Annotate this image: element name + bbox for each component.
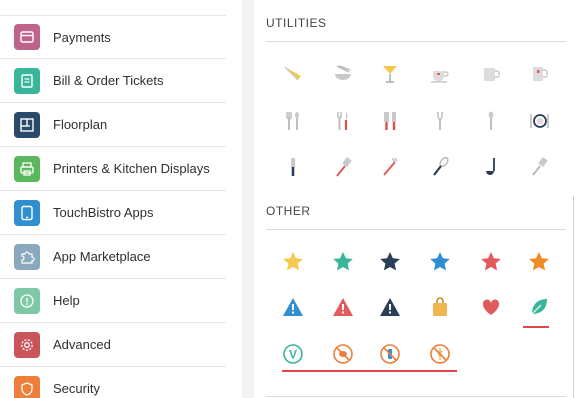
sidebar-item-payments[interactable]: Payments: [0, 15, 226, 59]
sidebar-item-security[interactable]: Security: [0, 367, 226, 398]
tablet-icon: [14, 199, 40, 226]
panel-divider: [242, 0, 254, 398]
sidebar-item-label: Bill & Order Tickets: [53, 73, 164, 88]
vegetarian-icon[interactable]: V: [279, 340, 307, 368]
carving-fork-icon[interactable]: [376, 153, 404, 181]
sidebar-item-label: Printers & Kitchen Displays: [53, 161, 210, 176]
no-gluten-icon[interactable]: [426, 340, 454, 368]
section-divider: [266, 229, 566, 230]
warning-blue-icon[interactable]: [279, 293, 307, 321]
help-icon: [14, 287, 40, 314]
selected-underline: [523, 326, 549, 328]
star-orange-icon[interactable]: [525, 248, 553, 276]
shield-icon: [14, 375, 40, 398]
sidebar-item-help[interactable]: Help: [0, 279, 226, 323]
vegetarian-letter: V: [289, 348, 297, 362]
sidebar-item-label: Payments: [53, 29, 111, 45]
cheese-icon[interactable]: [279, 60, 307, 88]
sidebar-item-label: Advanced: [53, 337, 111, 352]
sidebar-item-label: Security: [53, 381, 100, 396]
sidebar-item-label: App Marketplace: [53, 249, 151, 264]
fork-knife-icon[interactable]: [329, 107, 357, 135]
star-blue-icon[interactable]: [426, 248, 454, 276]
warning-red-icon[interactable]: [329, 293, 357, 321]
icon-picker-panel: UTILITIES OTHER V: [254, 0, 576, 398]
spoon-icon[interactable]: [477, 107, 505, 135]
settings-sidebar: Payments Bill & Order Tickets Floorplan …: [0, 0, 242, 398]
fork-icon[interactable]: [426, 107, 454, 135]
star-green-icon[interactable]: [329, 248, 357, 276]
leaf-icon[interactable]: [525, 293, 553, 321]
slotted-spatula-icon[interactable]: [525, 153, 553, 181]
teacup-icon[interactable]: [426, 60, 454, 88]
utilities-section-title: UTILITIES: [266, 16, 327, 30]
star-red-icon[interactable]: [477, 248, 505, 276]
spatula-icon[interactable]: [329, 153, 357, 181]
sidebar-item-floorplan[interactable]: Floorplan: [0, 103, 226, 147]
section-divider: [266, 396, 566, 397]
other-section-title: OTHER: [266, 204, 311, 218]
cleaver-knife-icon[interactable]: [376, 107, 404, 135]
sidebar-item-printers-kitchen-displays[interactable]: Printers & Kitchen Displays: [0, 147, 226, 191]
sidebar-item-app-marketplace[interactable]: App Marketplace: [0, 235, 226, 279]
selected-underline: [282, 370, 457, 372]
shopping-bag-icon[interactable]: [426, 293, 454, 321]
sidebar-item-bill-order-tickets[interactable]: Bill & Order Tickets: [0, 59, 226, 103]
no-dairy-icon[interactable]: [376, 340, 404, 368]
heart-icon[interactable]: [477, 293, 505, 321]
printer-icon: [14, 155, 40, 182]
floorplan-icon: [14, 111, 40, 138]
sidebar-item-label: Floorplan: [53, 117, 108, 132]
plate-setting-icon[interactable]: [525, 107, 553, 135]
bowl-icon[interactable]: [329, 60, 357, 88]
whisk-icon[interactable]: [426, 153, 454, 181]
ladle-icon[interactable]: [477, 153, 505, 181]
knife-icon[interactable]: [279, 153, 307, 181]
mug-icon[interactable]: [477, 60, 505, 88]
payments-icon: [14, 24, 40, 50]
beer-mug-icon[interactable]: [525, 60, 553, 88]
no-nuts-icon[interactable]: [329, 340, 357, 368]
sidebar-item-advanced[interactable]: Advanced: [0, 323, 226, 367]
gear-icon: [14, 331, 40, 358]
ticket-icon: [14, 67, 40, 94]
star-navy-icon[interactable]: [376, 248, 404, 276]
puzzle-icon: [14, 243, 40, 270]
sidebar-item-touchbistro-apps[interactable]: TouchBistro Apps: [0, 191, 226, 235]
sidebar-item-label: Help: [53, 293, 80, 308]
star-yellow-icon[interactable]: [279, 248, 307, 276]
section-divider: [266, 41, 566, 42]
fork-spoon-icon[interactable]: [279, 107, 307, 135]
martini-icon[interactable]: [376, 60, 404, 88]
scroll-track: [573, 196, 574, 398]
sidebar-item-label: TouchBistro Apps: [53, 205, 154, 220]
warning-navy-icon[interactable]: [376, 293, 404, 321]
